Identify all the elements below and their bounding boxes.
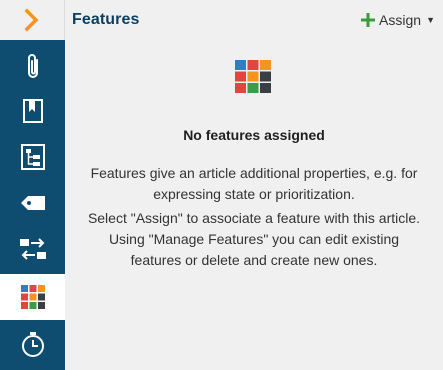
sidebar-item-features[interactable]: [0, 274, 65, 320]
sidebar-item-attachments[interactable]: [0, 44, 65, 90]
transfer-icon: [19, 238, 46, 260]
history-clock-icon: [21, 332, 44, 357]
chevron-right-icon: [24, 8, 39, 32]
assign-label: Assign: [379, 12, 422, 28]
bookmark-icon: [22, 99, 43, 123]
sidebar-item-history[interactable]: [0, 322, 65, 368]
sidebar-item-bookmarks[interactable]: [0, 88, 65, 134]
panel-header: Features Assign ▼: [65, 0, 443, 40]
sidebar: [0, 0, 65, 370]
caret-down-icon: ▼: [426, 15, 435, 25]
plus-icon: [361, 13, 376, 27]
panel-title: Features: [72, 11, 140, 28]
instruction-line: Select "Assign" to associate a feature w…: [87, 210, 421, 226]
sidebar-item-transfer[interactable]: [0, 226, 65, 272]
tree-structure-icon: [20, 144, 45, 170]
features-grid-icon: [235, 60, 271, 93]
instruction-text: Select "Assign" to associate a feature w…: [65, 208, 443, 271]
expand-button[interactable]: [0, 0, 65, 40]
features-empty-state: No features assigned Features give an ar…: [65, 40, 443, 370]
instruction-line: features or delete and create new ones.: [130, 252, 378, 268]
sidebar-item-structure[interactable]: [0, 134, 65, 180]
description-line: Features give an article additional prop…: [90, 165, 418, 181]
paperclip-icon: [27, 54, 38, 78]
description-line: expressing state or prioritization.: [153, 186, 355, 202]
empty-state-title: No features assigned: [183, 127, 325, 143]
assign-button[interactable]: Assign ▼: [361, 12, 435, 28]
tag-icon: [20, 196, 45, 210]
features-grid-icon: [20, 285, 45, 309]
description-text: Features give an article additional prop…: [65, 163, 443, 205]
sidebar-item-tags[interactable]: [0, 180, 65, 226]
instruction-line: Using "Manage Features" you can edit exi…: [108, 231, 400, 247]
